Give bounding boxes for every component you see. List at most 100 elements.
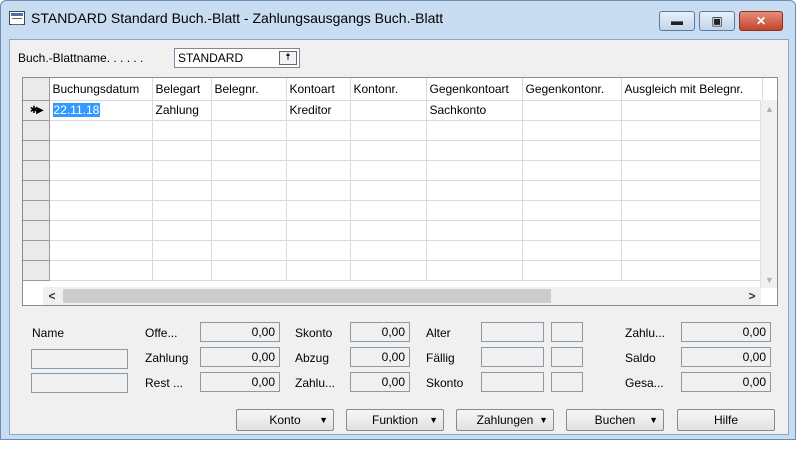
grid-cell[interactable] <box>286 220 351 241</box>
grid-cell[interactable] <box>621 180 763 201</box>
scroll-left-icon[interactable]: < <box>43 287 61 305</box>
minimize-button[interactable]: ▬ <box>659 11 695 31</box>
grid-cell[interactable] <box>211 140 287 161</box>
sheet-lookup-button[interactable]: 🠅 <box>279 51 297 65</box>
horizontal-scroll-thumb[interactable] <box>63 289 551 303</box>
vertical-scrollbar[interactable]: ▲ ▼ <box>760 100 777 288</box>
column-header-kontonr[interactable]: Kontonr. <box>350 78 427 101</box>
table-row[interactable] <box>23 220 763 241</box>
table-row[interactable]: ✱▶ 22.11.18 Zahlung Kreditor Sachkonto <box>23 100 763 121</box>
grid-cell[interactable] <box>350 220 427 241</box>
cell-belegnr[interactable] <box>211 100 287 121</box>
konto-button[interactable]: Konto ▼ <box>236 409 334 431</box>
zahlungen-button[interactable]: Zahlungen ▼ <box>456 409 554 431</box>
grid-cell[interactable] <box>211 200 287 221</box>
scroll-down-icon[interactable]: ▼ <box>761 271 777 288</box>
grid-cell[interactable] <box>426 180 523 201</box>
grid-cell[interactable] <box>621 220 763 241</box>
grid-cell[interactable] <box>426 160 523 181</box>
grid-cell[interactable] <box>152 120 212 141</box>
table-row[interactable] <box>23 160 763 181</box>
sheet-name-field[interactable]: STANDARD 🠅 <box>174 48 300 68</box>
cell-buchungsdatum[interactable]: 22.11.18 <box>49 100 153 121</box>
grid-cell[interactable] <box>152 200 212 221</box>
row-selector[interactable]: ✱▶ <box>23 100 50 121</box>
column-header-belegart[interactable]: Belegart <box>152 78 212 101</box>
buchen-button[interactable]: Buchen ▼ <box>566 409 664 431</box>
grid-cell[interactable] <box>426 200 523 221</box>
grid-cell[interactable] <box>522 260 622 281</box>
grid-cell[interactable] <box>49 260 153 281</box>
column-header-kontoart[interactable]: Kontoart <box>286 78 351 101</box>
grid-cell[interactable] <box>522 160 622 181</box>
row-selector[interactable] <box>23 260 50 281</box>
grid-cell[interactable] <box>211 180 287 201</box>
row-selector[interactable] <box>23 220 50 241</box>
table-row[interactable] <box>23 240 763 261</box>
table-row[interactable] <box>23 180 763 201</box>
column-header-gegenkontoart[interactable]: Gegenkontoart <box>426 78 523 101</box>
grid-cell[interactable] <box>286 120 351 141</box>
grid-cell[interactable] <box>49 180 153 201</box>
grid-cell[interactable] <box>350 140 427 161</box>
grid-cell[interactable] <box>426 220 523 241</box>
grid-cell[interactable] <box>621 200 763 221</box>
grid-cell[interactable] <box>426 240 523 261</box>
grid-cell[interactable] <box>350 240 427 261</box>
grid-cell[interactable] <box>350 120 427 141</box>
grid-cell[interactable] <box>286 180 351 201</box>
table-row[interactable] <box>23 120 763 141</box>
row-selector[interactable] <box>23 120 50 141</box>
table-row[interactable] <box>23 260 763 281</box>
maximize-button[interactable]: ▣ <box>699 11 735 31</box>
column-header-gegenkontonr[interactable]: Gegenkontonr. <box>522 78 622 101</box>
scroll-up-icon[interactable]: ▲ <box>761 100 777 117</box>
column-header-belegnr[interactable]: Belegnr. <box>211 78 287 101</box>
scroll-right-icon[interactable]: > <box>743 287 761 305</box>
grid-cell[interactable] <box>522 200 622 221</box>
grid-cell[interactable] <box>350 260 427 281</box>
grid-cell[interactable] <box>522 120 622 141</box>
cell-ausgleich[interactable] <box>621 100 763 121</box>
grid-cell[interactable] <box>522 240 622 261</box>
grid-cell[interactable] <box>211 120 287 141</box>
grid-cell[interactable] <box>350 160 427 181</box>
grid-cell[interactable] <box>621 140 763 161</box>
grid-cell[interactable] <box>522 220 622 241</box>
grid-cell[interactable] <box>152 220 212 241</box>
grid-cell[interactable] <box>286 140 351 161</box>
cell-gegenkontonr[interactable] <box>522 100 622 121</box>
grid-cell[interactable] <box>286 200 351 221</box>
grid-cell[interactable] <box>152 140 212 161</box>
table-row[interactable] <box>23 200 763 221</box>
grid-cell[interactable] <box>621 160 763 181</box>
grid-cell[interactable] <box>621 120 763 141</box>
grid-cell[interactable] <box>522 180 622 201</box>
grid-cell[interactable] <box>350 180 427 201</box>
grid-cell[interactable] <box>49 160 153 181</box>
grid-cell[interactable] <box>49 200 153 221</box>
grid-cell[interactable] <box>621 240 763 261</box>
grid-cell[interactable] <box>426 120 523 141</box>
grid-cell[interactable] <box>522 140 622 161</box>
grid-cell[interactable] <box>152 160 212 181</box>
funktion-button[interactable]: Funktion ▼ <box>346 409 444 431</box>
grid-cell[interactable] <box>152 260 212 281</box>
grid-cell[interactable] <box>49 120 153 141</box>
cell-belegart[interactable]: Zahlung <box>152 100 212 121</box>
grid-cell[interactable] <box>286 160 351 181</box>
row-selector[interactable] <box>23 200 50 221</box>
grid-cell[interactable] <box>211 260 287 281</box>
grid-cell[interactable] <box>350 200 427 221</box>
cell-gegenkontoart[interactable]: Sachkonto <box>426 100 523 121</box>
row-selector[interactable] <box>23 160 50 181</box>
grid-cell[interactable] <box>621 260 763 281</box>
grid-cell[interactable] <box>426 140 523 161</box>
grid-cell[interactable] <box>49 240 153 261</box>
grid-cell[interactable] <box>152 180 212 201</box>
row-selector[interactable] <box>23 240 50 261</box>
column-header-buchungsdatum[interactable]: Buchungsdatum <box>49 78 153 101</box>
grid-cell[interactable] <box>426 260 523 281</box>
row-selector[interactable] <box>23 180 50 201</box>
grid-cell[interactable] <box>211 160 287 181</box>
